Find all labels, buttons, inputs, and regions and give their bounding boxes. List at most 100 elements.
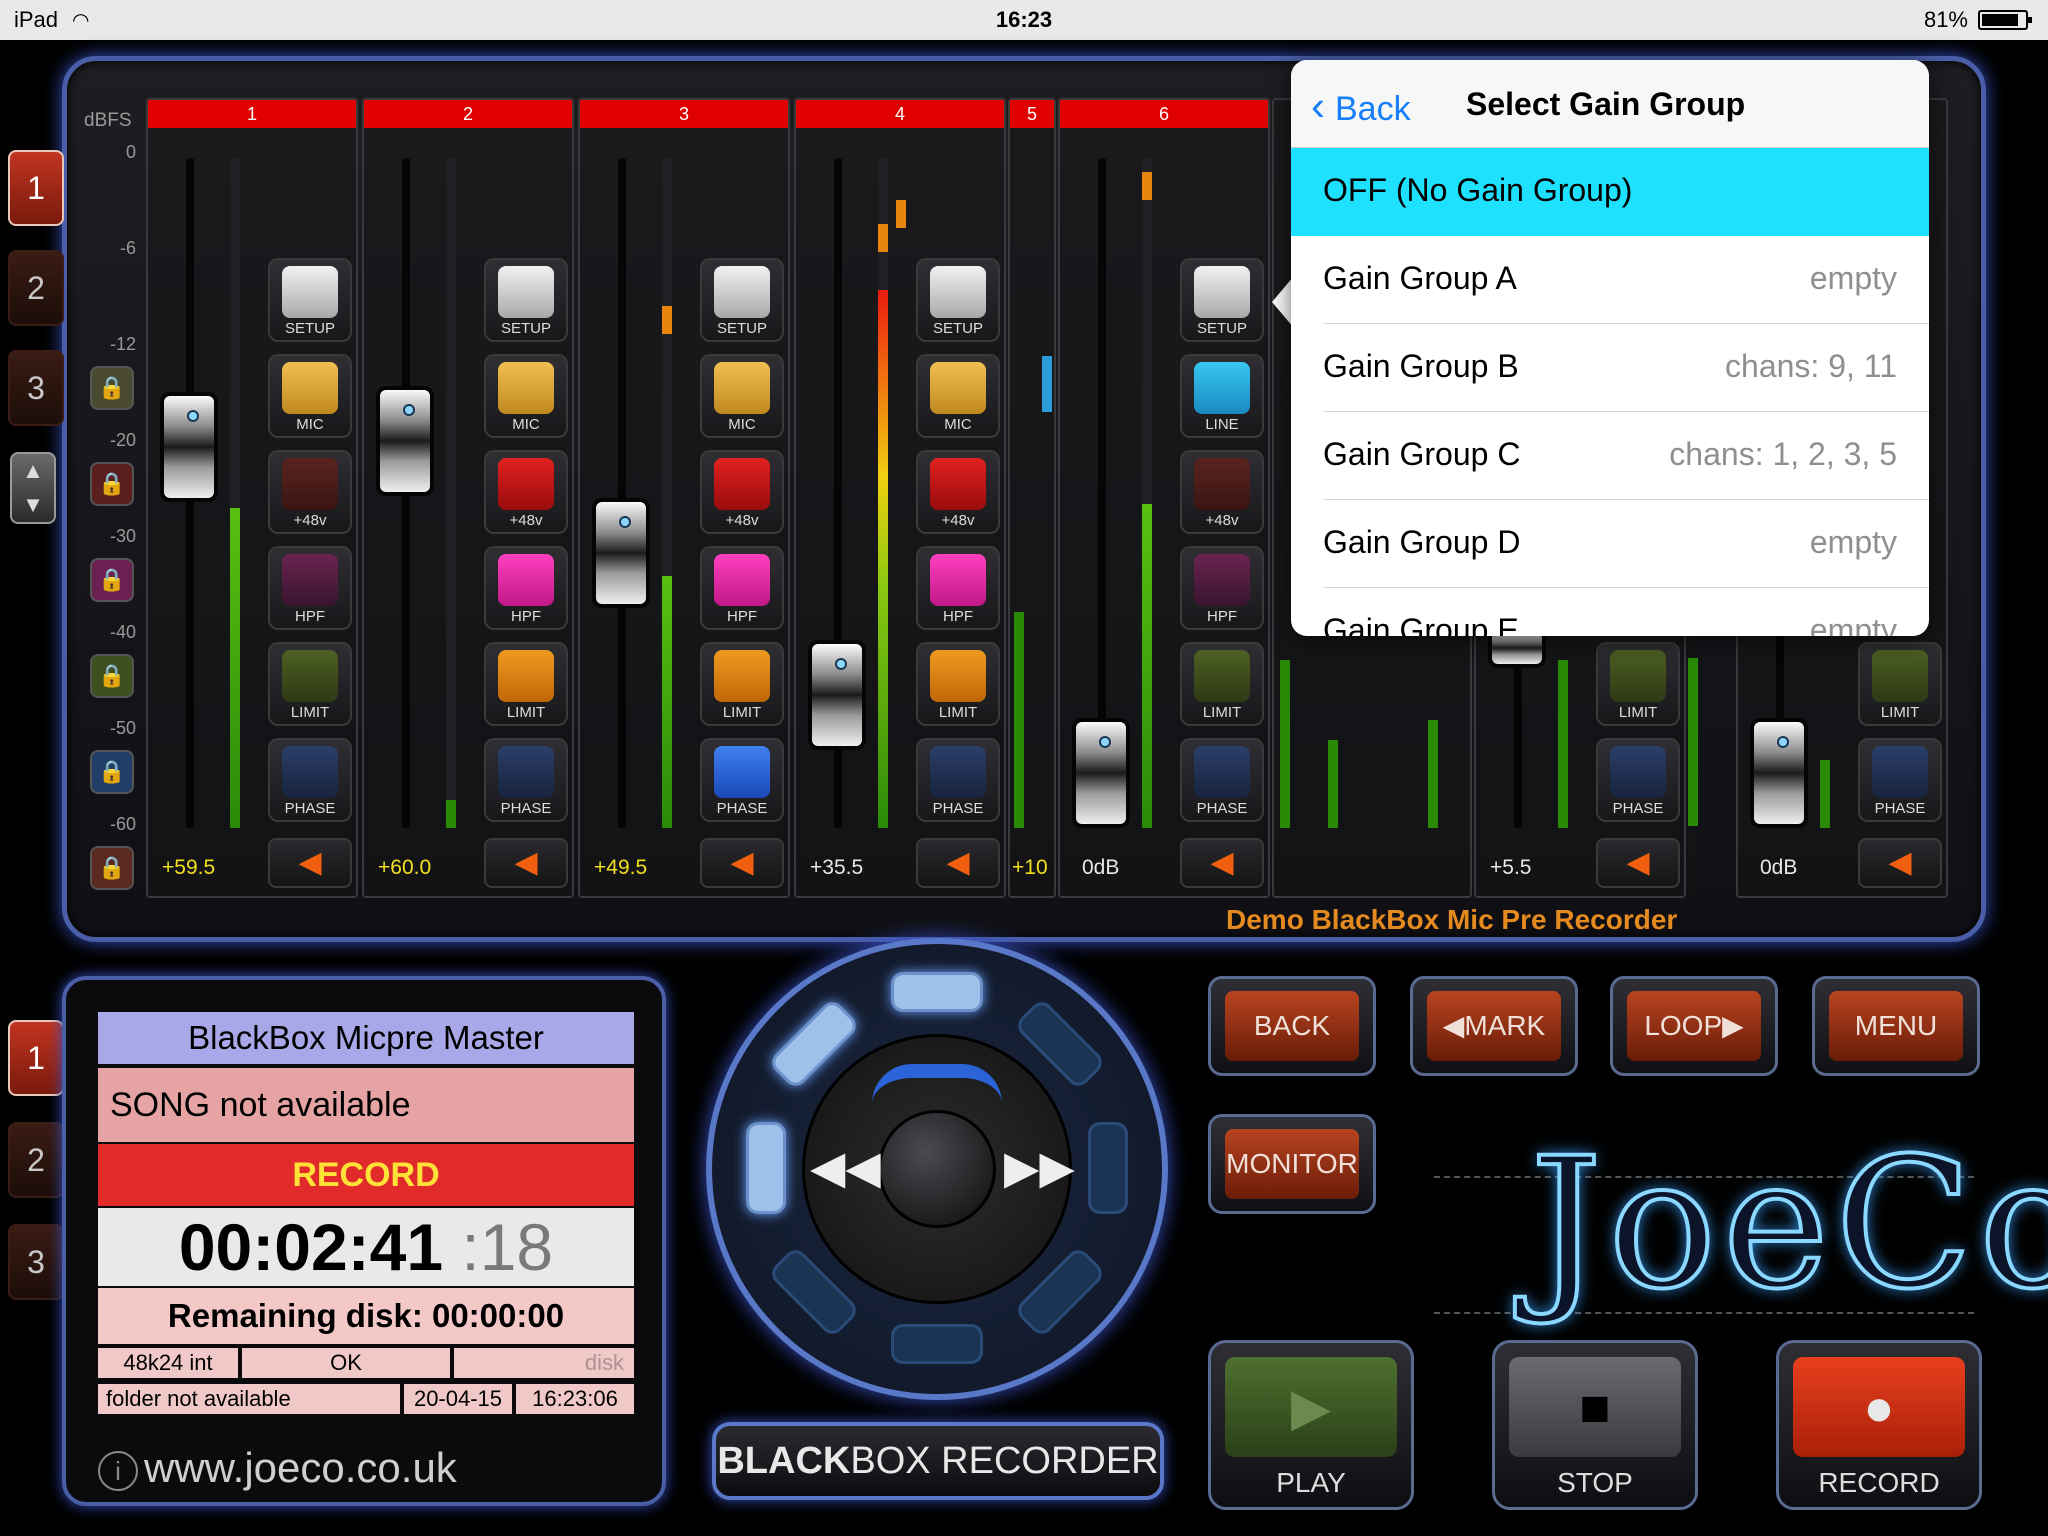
phase-button[interactable]: PHASE xyxy=(1180,738,1264,822)
channel-number: 3 xyxy=(580,100,788,128)
mixer-bank-3-button[interactable]: 3 xyxy=(8,350,64,426)
display-bank-2-button[interactable]: 2 xyxy=(8,1122,64,1198)
input-mode-button[interactable]: LINE xyxy=(1180,354,1264,438)
limit-button[interactable]: LIMIT xyxy=(916,642,1000,726)
db-tick: -6 xyxy=(119,238,136,258)
input-mode-button[interactable]: MIC xyxy=(700,354,784,438)
select-arrow-button[interactable]: ◀ xyxy=(268,838,352,888)
setup-button[interactable]: SETUP xyxy=(916,258,1000,342)
lock-icon[interactable]: 🔒 xyxy=(90,366,134,410)
fader-knob[interactable] xyxy=(1750,718,1808,828)
gain-group-option-c[interactable]: Gain Group C chans: 1, 2, 3, 5 xyxy=(1291,412,1929,500)
limit-button[interactable]: LIMIT xyxy=(1596,642,1680,726)
stop-button[interactable]: ■ STOP xyxy=(1492,1340,1698,1510)
jog-segment xyxy=(891,1324,983,1364)
phantom-48v-button[interactable]: +48v xyxy=(700,450,784,534)
blackbox-recorder-button[interactable]: BLACKBOX RECORDER xyxy=(712,1422,1164,1500)
db-tick: -30 xyxy=(110,526,137,546)
lock-icon[interactable]: 🔒 xyxy=(90,750,134,794)
select-arrow-button[interactable]: ◀ xyxy=(1596,838,1680,888)
mixer-bank-2-button[interactable]: 2 xyxy=(8,250,64,326)
input-mode-button[interactable]: MIC xyxy=(268,354,352,438)
fader-knob[interactable] xyxy=(592,498,650,608)
fast-forward-icon[interactable]: ▶▶ xyxy=(1004,1140,1075,1194)
level-meter-fill xyxy=(1280,660,1290,828)
display-bank-1-button[interactable]: 1 xyxy=(8,1020,64,1096)
phase-button[interactable]: PHASE xyxy=(484,738,568,822)
db-tick: -50 xyxy=(110,718,137,738)
gain-group-option-a[interactable]: Gain Group A empty xyxy=(1291,236,1929,324)
gain-group-option-b[interactable]: Gain Group B chans: 9, 11 xyxy=(1291,324,1929,412)
lock-icon[interactable]: 🔒 xyxy=(90,846,134,890)
timecode: 00:02:41 :18 xyxy=(98,1208,634,1286)
channel-number: 6 xyxy=(1060,100,1268,128)
menu-button[interactable]: MENU xyxy=(1812,976,1980,1076)
gain-group-option-e[interactable]: Gain Group E empty xyxy=(1291,588,1929,636)
setup-button[interactable]: SETUP xyxy=(700,258,784,342)
gain-readout: 0dB xyxy=(1082,856,1120,879)
setup-button[interactable]: SETUP xyxy=(484,258,568,342)
select-arrow-button[interactable]: ◀ xyxy=(700,838,784,888)
channel-strip-4: 4 SETUP MIC +48v HPF LIMIT PHASE ◀ +35.5 xyxy=(794,98,1006,898)
fader-knob[interactable] xyxy=(808,640,866,750)
wifi-icon: ◠ xyxy=(72,10,90,32)
lock-icon[interactable]: 🔒 xyxy=(90,654,134,698)
phase-button[interactable]: PHASE xyxy=(700,738,784,822)
mark-button[interactable]: ◀MARK xyxy=(1410,976,1578,1076)
mixer-bank-1-button[interactable]: 1 xyxy=(8,150,64,226)
gain-group-option-off[interactable]: OFF (No Gain Group) xyxy=(1291,148,1929,236)
limit-button[interactable]: LIMIT xyxy=(1858,642,1942,726)
phantom-48v-button[interactable]: +48v xyxy=(268,450,352,534)
play-button[interactable]: ▶ PLAY xyxy=(1208,1340,1414,1510)
phase-button[interactable]: PHASE xyxy=(1596,738,1680,822)
bank-scroll-button[interactable]: ▲ ▼ xyxy=(10,452,56,524)
loop-button[interactable]: LOOP▶ xyxy=(1610,976,1778,1076)
record-button[interactable]: ● RECORD xyxy=(1776,1340,1982,1510)
hpf-button[interactable]: HPF xyxy=(700,546,784,630)
hpf-button[interactable]: HPF xyxy=(484,546,568,630)
hpf-button[interactable]: HPF xyxy=(1180,546,1264,630)
lock-icon[interactable]: 🔒 xyxy=(90,558,134,602)
phantom-48v-button[interactable]: +48v xyxy=(1180,450,1264,534)
fader-knob[interactable] xyxy=(160,392,218,502)
input-mode-button[interactable]: MIC xyxy=(484,354,568,438)
gain-group-option-d[interactable]: Gain Group D empty xyxy=(1291,500,1929,588)
select-arrow-button[interactable]: ◀ xyxy=(916,838,1000,888)
gain-readout: +49.5 xyxy=(594,856,648,879)
website-link[interactable]: i www.joeco.co.uk xyxy=(98,1444,457,1492)
phase-button[interactable]: PHASE xyxy=(916,738,1000,822)
remaining-disk: Remaining disk: 00:00:00 xyxy=(98,1288,634,1344)
fader-knob[interactable] xyxy=(376,386,434,496)
jog-center-knob[interactable] xyxy=(878,1110,996,1228)
phase-button[interactable]: PHASE xyxy=(1858,738,1942,822)
phantom-48v-button[interactable]: +48v xyxy=(484,450,568,534)
gain-readout: 0dB xyxy=(1760,856,1798,879)
monitor-button[interactable]: MONITOR xyxy=(1208,1114,1376,1214)
channel-strip-1: 1 SETUP MIC +48v HPF LIMIT PHASE ◀ +59.5 xyxy=(146,98,358,898)
rewind-icon[interactable]: ◀◀ xyxy=(810,1140,881,1194)
setup-button[interactable]: SETUP xyxy=(268,258,352,342)
phase-button[interactable]: PHASE xyxy=(268,738,352,822)
hpf-button[interactable]: HPF xyxy=(916,546,1000,630)
lock-icon[interactable]: 🔒 xyxy=(90,462,134,506)
limit-button[interactable]: LIMIT xyxy=(1180,642,1264,726)
setup-button[interactable]: SETUP xyxy=(1180,258,1264,342)
level-meter-fill xyxy=(1428,720,1438,828)
hpf-button[interactable]: HPF xyxy=(268,546,352,630)
channel-strip-5: 5 +10 xyxy=(1008,98,1056,898)
select-arrow-button[interactable]: ◀ xyxy=(1180,838,1264,888)
popover-header: ‹ Back Select Gain Group xyxy=(1291,60,1929,148)
select-arrow-button[interactable]: ◀ xyxy=(1858,838,1942,888)
disk-label: disk xyxy=(454,1348,634,1378)
back-transport-button[interactable]: BACK xyxy=(1208,976,1376,1076)
select-arrow-button[interactable]: ◀ xyxy=(484,838,568,888)
limit-button[interactable]: LIMIT xyxy=(700,642,784,726)
limit-button[interactable]: LIMIT xyxy=(484,642,568,726)
phantom-48v-button[interactable]: +48v xyxy=(916,450,1000,534)
back-button[interactable]: ‹ Back xyxy=(1311,82,1411,130)
fader-knob[interactable] xyxy=(1072,718,1130,828)
input-mode-button[interactable]: MIC xyxy=(916,354,1000,438)
limit-button[interactable]: LIMIT xyxy=(268,642,352,726)
level-meter-fill xyxy=(1328,740,1338,828)
display-bank-3-button[interactable]: 3 xyxy=(8,1224,64,1300)
